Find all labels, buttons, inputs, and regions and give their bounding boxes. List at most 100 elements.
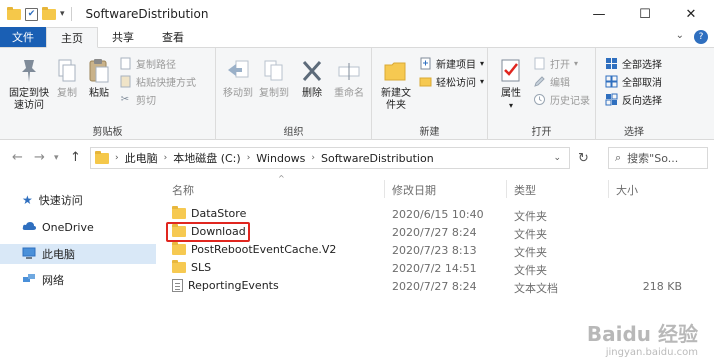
file-size: 218 KB (642, 280, 682, 293)
paste-label: 粘贴 (89, 88, 109, 99)
delete-label: 删除 (302, 88, 322, 99)
recent-locations-dropdown-icon[interactable]: ▾ (54, 153, 59, 163)
folder-icon (172, 242, 186, 255)
maximize-button[interactable]: ☐ (622, 0, 668, 28)
paste-icon (85, 56, 113, 86)
chevron-right-icon[interactable]: › (115, 153, 119, 163)
help-icon[interactable]: ? (694, 30, 708, 44)
organize-group: 移动到 复制到 删除 重命名 组织 (216, 48, 372, 140)
select-none-button[interactable]: 全部取消 (604, 74, 662, 89)
file-type: 文件夹 (514, 228, 547, 241)
up-arrow-icon[interactable]: ↑ (70, 150, 81, 165)
history-button[interactable]: 历史记录 (532, 92, 590, 107)
file-name: PostRebootEventCache.V2 (191, 243, 337, 256)
cut-button[interactable]: ✂ 剪切 (118, 92, 156, 107)
star-icon: ★ (22, 193, 33, 207)
easy-access-button[interactable]: 轻松访问 ▾ (418, 74, 484, 89)
paste-shortcut-icon (118, 75, 132, 89)
customize-toolbar-dropdown-icon[interactable]: ▾ (60, 9, 65, 19)
easy-access-icon (418, 75, 432, 89)
tab-file[interactable]: 文件 (0, 27, 46, 47)
properties-button[interactable]: 属性 ▾ (494, 56, 528, 112)
nav-item-label: OneDrive (42, 220, 94, 234)
new-folder-icon[interactable] (42, 6, 56, 20)
tab-home[interactable]: 主页 (46, 27, 98, 48)
organize-group-label: 组织 (283, 127, 304, 138)
close-button[interactable]: ✕ (668, 0, 714, 28)
column-header-size[interactable]: 大小 (616, 182, 638, 198)
properties-check-icon[interactable]: ✔ (25, 7, 38, 21)
new-item-button[interactable]: 新建项目 ▾ (418, 56, 484, 71)
select-group-label: 选择 (624, 127, 644, 138)
file-row-download[interactable]: Download 2020/7/27 8:24 文件夹 (170, 224, 710, 242)
column-divider[interactable] (506, 180, 507, 198)
file-type: 文件夹 (514, 246, 547, 259)
delete-button[interactable]: 删除 (296, 56, 328, 100)
paste-button[interactable]: 粘贴 (84, 56, 114, 100)
copy-icon (53, 56, 81, 86)
breadcrumb-windows[interactable]: Windows (256, 152, 305, 165)
history-label: 历史记录 (550, 96, 590, 107)
download-highlight-box (166, 222, 250, 242)
file-row-postrebooteventcache[interactable]: PostRebootEventCache.V2 2020/7/23 8:13 文… (170, 242, 710, 260)
rename-button[interactable]: 重命名 (330, 56, 368, 100)
easy-access-label: 轻松访问 (436, 78, 476, 89)
new-folder-icon (382, 56, 410, 86)
file-row-sls[interactable]: SLS 2020/7/2 14:51 文件夹 (170, 260, 710, 278)
tab-share[interactable]: 共享 (98, 27, 148, 47)
new-item-label: 新建项目 (436, 60, 476, 71)
nav-item-this-pc[interactable]: 此电脑 (0, 244, 156, 264)
edit-button[interactable]: 编辑 (532, 74, 570, 89)
search-input[interactable]: ⌕ 搜索"So... (608, 147, 708, 169)
breadcrumb-local-disk[interactable]: 本地磁盘 (C:) (173, 150, 240, 166)
copy-to-button[interactable]: 复制到 (256, 56, 292, 100)
breadcrumb-this-pc[interactable]: 此电脑 (125, 150, 158, 166)
column-divider[interactable] (384, 180, 385, 198)
new-group: 新建文件夹 新建项目 ▾ 轻松访问 ▾ 新建 (372, 48, 488, 140)
invert-selection-icon (604, 93, 618, 107)
file-name: ReportingEvents (188, 279, 279, 292)
breadcrumb-softwaredistribution[interactable]: SoftwareDistribution (321, 152, 434, 165)
file-row-reportingevents[interactable]: ReportingEvents 2020/7/27 8:24 文本文档 218 … (170, 278, 710, 296)
window-title: SoftwareDistribution (85, 7, 209, 21)
rename-label: 重命名 (334, 88, 364, 99)
watermark-sub: jingyan.baidu.com (605, 347, 698, 358)
chevron-right-icon[interactable]: › (247, 153, 251, 163)
back-arrow-icon[interactable]: ← (12, 150, 23, 165)
tab-view[interactable]: 查看 (148, 27, 198, 47)
title-bar: ✔ ▾ SoftwareDistribution — ☐ ✕ (0, 0, 714, 28)
select-group: 全部选择 全部取消 反向选择 选择 (596, 48, 672, 140)
nav-item-onedrive[interactable]: OneDrive (0, 217, 156, 237)
address-dropdown-icon[interactable]: ⌄ (553, 153, 561, 163)
forward-arrow-icon[interactable]: → (34, 150, 45, 165)
column-divider[interactable] (608, 180, 609, 198)
expand-ribbon-icon[interactable]: ⌄ (676, 30, 684, 44)
nav-item-network[interactable]: 网络 (0, 270, 156, 290)
address-bar[interactable]: › 此电脑 › 本地磁盘 (C:) › Windows › SoftwareDi… (90, 147, 570, 169)
column-header-date[interactable]: 修改日期 (392, 182, 436, 198)
chevron-right-icon[interactable]: › (311, 153, 315, 163)
column-header-type[interactable]: 类型 (514, 182, 536, 198)
edit-label: 编辑 (550, 78, 570, 89)
refresh-icon[interactable]: ↻ (578, 151, 589, 166)
file-date: 2020/7/2 14:51 (392, 262, 477, 275)
chevron-right-icon[interactable]: › (164, 153, 168, 163)
open-button[interactable]: 打开 ▾ (532, 56, 578, 71)
nav-item-label: 网络 (42, 274, 64, 287)
nav-item-quick-access[interactable]: ★ 快速访问 (0, 190, 156, 210)
select-all-button[interactable]: 全部选择 (604, 56, 662, 71)
delete-icon (298, 56, 326, 86)
invert-selection-button[interactable]: 反向选择 (604, 92, 662, 107)
file-type: 文本文档 (514, 282, 558, 295)
paste-shortcut-button[interactable]: 粘贴快捷方式 (118, 74, 196, 89)
copy-button[interactable]: 复制 (52, 56, 82, 100)
new-folder-button[interactable]: 新建文件夹 (376, 56, 416, 112)
select-all-label: 全部选择 (622, 60, 662, 71)
minimize-button[interactable]: — (576, 0, 622, 28)
move-to-button[interactable]: 移动到 (220, 56, 256, 100)
open-group: 属性 ▾ 打开 ▾ 编辑 历史记录 打开 (488, 48, 596, 140)
pin-to-quick-access-button[interactable]: 固定到快速访问 (6, 56, 52, 112)
file-row-datastore[interactable]: DataStore 2020/6/15 10:40 文件夹 (170, 206, 710, 224)
copy-path-button[interactable]: 复制路径 (118, 56, 176, 71)
column-header-name[interactable]: 名称 (172, 182, 194, 198)
